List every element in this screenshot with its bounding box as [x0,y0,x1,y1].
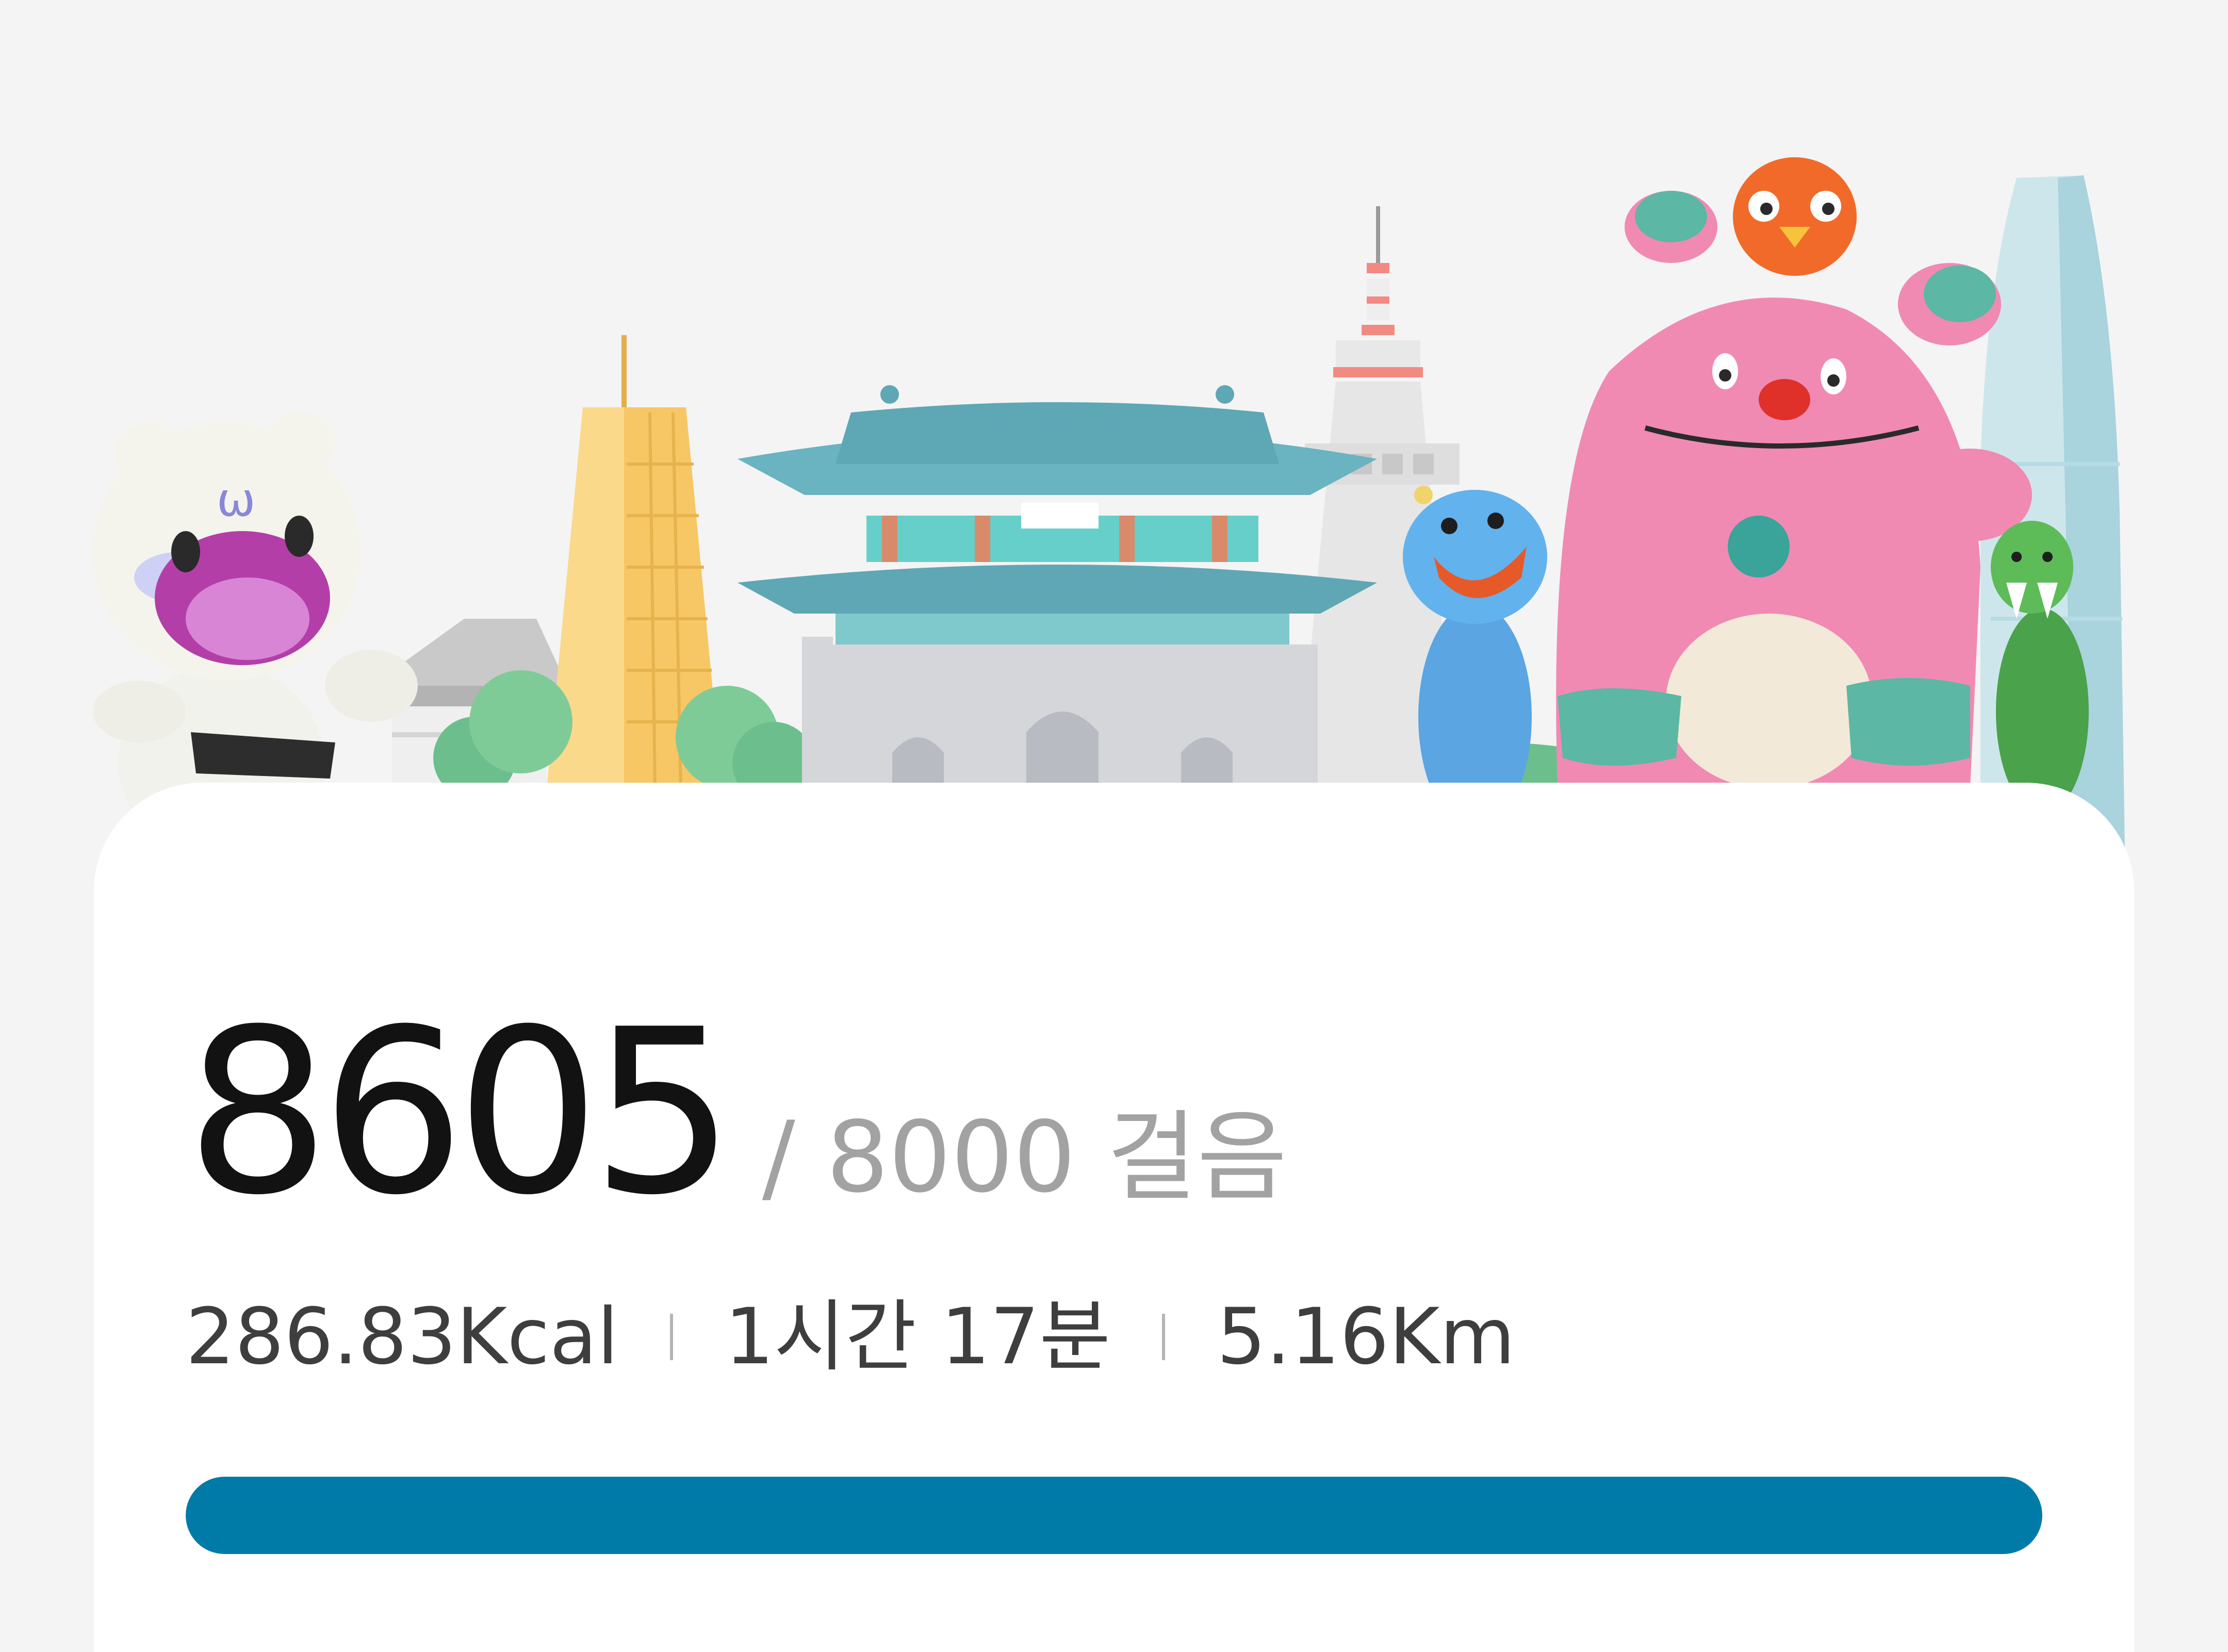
orange-bird-mascot-icon [1733,157,1857,276]
steps-progress-fill [186,1477,2042,1554]
steps-progress-bar [186,1477,2042,1554]
svg-text:ω: ω [217,473,255,527]
stat-divider [1162,1314,1166,1360]
activity-stats: 286.83Kcal 1시간 17분 5.16Km [186,1298,1515,1376]
stat-divider [670,1314,674,1360]
steps-card: 8605 / 8000 걸음 286.83Kcal 1시간 17분 5.16Km [94,783,2134,1652]
step-goal: / 8000 걸음 [762,1100,1287,1214]
steps-summary: 8605 / 8000 걸음 [186,999,1287,1226]
duration-value: 1시간 17분 [725,1292,1111,1382]
seoul-skyline-mascots-icon: ω [93,157,2125,866]
calories-value: 286.83Kcal [186,1292,619,1382]
palace-gate-icon [738,385,1377,815]
pink-monster-mascot-icon [1556,191,2032,789]
step-count: 8605 [186,981,735,1245]
step-counter-screen: ω 8605 / 8000 걸음 286.83Kcal 1시간 17분 5.16… [0,0,2228,1652]
distance-value: 5.16Km [1217,1292,1515,1382]
